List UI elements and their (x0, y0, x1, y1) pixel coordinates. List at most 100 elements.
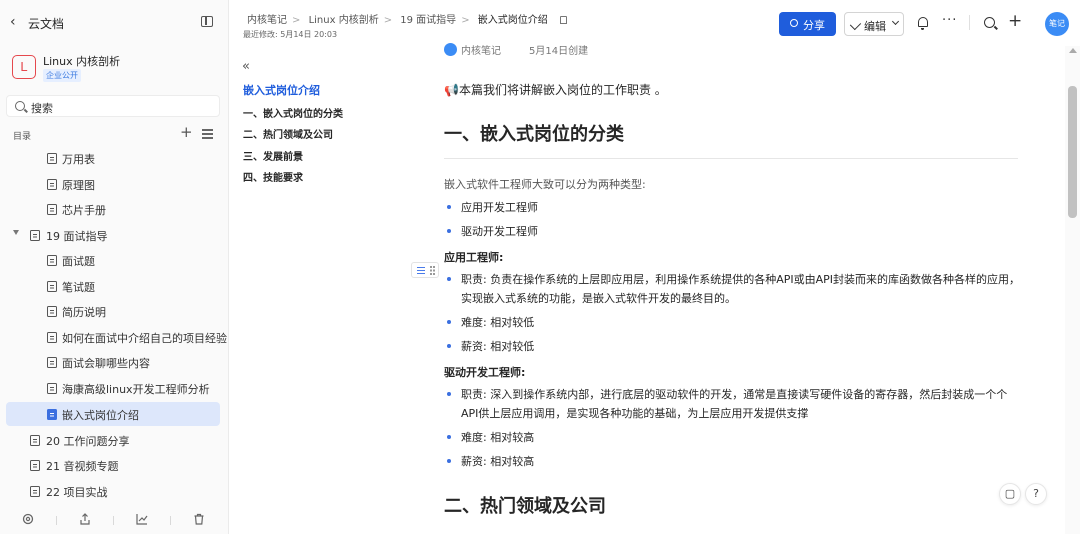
doc-icon (47, 357, 57, 368)
back-chevron-icon[interactable]: ‹ (10, 14, 16, 30)
scroll-up-arrow-icon[interactable] (1069, 48, 1077, 53)
search-placeholder: 搜索 (31, 102, 53, 115)
share-out-icon[interactable] (79, 513, 91, 525)
tree-item[interactable]: 面试题 (6, 248, 220, 272)
tree-item-folder[interactable]: 21 音视频专题 (6, 453, 220, 477)
list-item: 难度: 相对较低 (444, 313, 1020, 332)
chevron-down-icon (891, 17, 900, 26)
expand-caret-icon[interactable] (13, 230, 19, 235)
tree-item[interactable]: 如何在面试中介绍自己的项目经验 (6, 325, 227, 349)
doc-icon (30, 486, 40, 497)
kb-visibility-badge: 企业公开 (43, 69, 81, 82)
share-button[interactable]: 分享 (779, 12, 836, 36)
scrollbar[interactable] (1065, 46, 1080, 534)
tree-item[interactable]: 原理图 (6, 172, 220, 196)
tree-item-active[interactable]: 嵌入式岗位介绍 (6, 402, 220, 426)
tree-item-folder[interactable]: 20 工作问题分享 (6, 428, 220, 452)
sidebar-toggle-icon[interactable] (201, 16, 213, 27)
tree-item[interactable]: 海康高级linux开发工程师分析 (6, 376, 220, 400)
outline-item[interactable]: 四、技能要求 (243, 169, 303, 184)
doc-icon (30, 435, 40, 446)
pencil-icon (849, 18, 862, 31)
doc-icon (47, 383, 57, 394)
document-body: 内核笔记 5月14日创建 📢本篇我们将讲解嵌入岗位的工作职责 。 一、嵌入式岗位的… (444, 40, 1020, 534)
sidebar-header: ‹ 云文档 (0, 0, 229, 46)
tree-item-folder[interactable]: 22 项目实战 (6, 479, 220, 503)
doc-icon (47, 153, 57, 164)
list-options-icon[interactable] (202, 129, 213, 139)
kb-logo: L (12, 55, 36, 79)
tree-item-label: 如何在面试中介绍自己的项目经验 (62, 332, 227, 345)
search-icon[interactable] (984, 17, 995, 28)
doc-icon (47, 306, 57, 317)
list-item: 应用开发工程师 (444, 198, 1020, 217)
outline-item-active[interactable]: 嵌入式岗位介绍 (243, 82, 320, 98)
paragraph: 嵌入式软件工程师大致可以分为两种类型: (444, 178, 646, 191)
doc-icon (30, 460, 40, 471)
tree-item[interactable]: 简历说明 (6, 299, 220, 323)
author-avatar (444, 43, 457, 56)
toc-label: 目录 (13, 132, 32, 142)
tree-item-label: 19 面试指导 (46, 230, 108, 243)
doc-icon (30, 230, 40, 241)
bell-icon[interactable] (918, 17, 928, 30)
share-label: 分享 (803, 19, 825, 32)
doc-icon (47, 281, 57, 292)
list-item: 薪资: 相对较高 (444, 452, 1020, 471)
tree-item-folder[interactable]: 19 面试指导 (6, 223, 220, 247)
tree-item-label: 面试题 (62, 255, 95, 268)
plus-icon[interactable]: + (1008, 10, 1022, 32)
breadcrumb-current: 嵌入式岗位介绍 (477, 15, 548, 26)
doc-icon (47, 204, 57, 215)
outline-item[interactable]: 二、热门领域及公司 (243, 126, 333, 141)
tree-item[interactable]: 万用表 (6, 146, 220, 170)
kb-name[interactable]: Linux 内核剖析 (43, 53, 120, 69)
last-modified: 最近修改: 5月14日 20:03 (243, 30, 338, 39)
edit-button[interactable]: 编辑 (844, 12, 904, 36)
heading-1: 二、热门领域及公司 (444, 496, 606, 517)
list-item: 薪资: 相对较低 (444, 337, 1020, 356)
divider (170, 516, 171, 525)
trash-icon[interactable] (193, 513, 205, 525)
breadcrumb: 内核笔记 > Linux 内核剖析 > 19 面试指导 > 嵌入式岗位介绍 (247, 11, 570, 26)
author-name[interactable]: 内核笔记 (461, 46, 501, 57)
breadcrumb-item[interactable]: 19 面试指导 (400, 15, 456, 26)
doc-icon (47, 179, 57, 190)
doc-info-icon[interactable]: ▢ (999, 483, 1021, 505)
breadcrumb-item[interactable]: Linux 内核剖析 (309, 15, 379, 26)
add-doc-icon[interactable]: + (180, 125, 193, 140)
intro-text: 本篇我们将讲解嵌入岗位的工作职责 。 (458, 83, 667, 97)
pin-icon[interactable] (559, 16, 567, 24)
chart-icon[interactable] (136, 513, 148, 525)
divider (113, 516, 114, 525)
collapse-outline-icon[interactable]: « (242, 59, 250, 74)
avatar[interactable]: 笔记 (1045, 12, 1069, 36)
help-icon[interactable]: ? (1025, 483, 1047, 505)
outline-item[interactable]: 一、嵌入式岗位的分类 (243, 105, 343, 120)
tree-item[interactable]: 面试会聊哪些内容 (6, 350, 220, 374)
tree-item-label: 万用表 (62, 153, 95, 166)
tree-item-label: 简历说明 (62, 306, 106, 319)
created-date: 5月14日创建 (529, 46, 589, 57)
search-input[interactable]: 搜索 (6, 95, 220, 117)
scrollbar-thumb[interactable] (1068, 86, 1077, 218)
tree-item-label: 芯片手册 (62, 204, 106, 217)
tree-item-label: 嵌入式岗位介绍 (62, 409, 139, 422)
outline-item[interactable]: 三、发展前景 (243, 148, 303, 163)
tree-item-label: 面试会聊哪些内容 (62, 357, 150, 370)
tree-item[interactable]: 笔试题 (6, 274, 220, 298)
settings-icon[interactable] (22, 513, 34, 525)
divider (444, 158, 1018, 159)
tree-item[interactable]: 芯片手册 (6, 197, 220, 221)
tree-item-label: 20 工作问题分享 (46, 435, 130, 448)
more-icon[interactable]: ··· (942, 13, 957, 28)
divider (969, 15, 970, 30)
breadcrumb-item[interactable]: 内核笔记 (247, 15, 287, 26)
tree-item-label: 原理图 (62, 179, 95, 192)
block-handle[interactable] (411, 262, 439, 278)
list-item: 职责: 负责在操作系统的上层即应用层，利用操作系统提供的各种API或由API封装… (444, 270, 1020, 308)
back-link[interactable]: 云文档 (28, 15, 64, 32)
author-row: 内核笔记 5月14日创建 (444, 42, 588, 57)
list-item: 驱动开发工程师 (444, 222, 1020, 241)
doc-icon (47, 255, 57, 266)
